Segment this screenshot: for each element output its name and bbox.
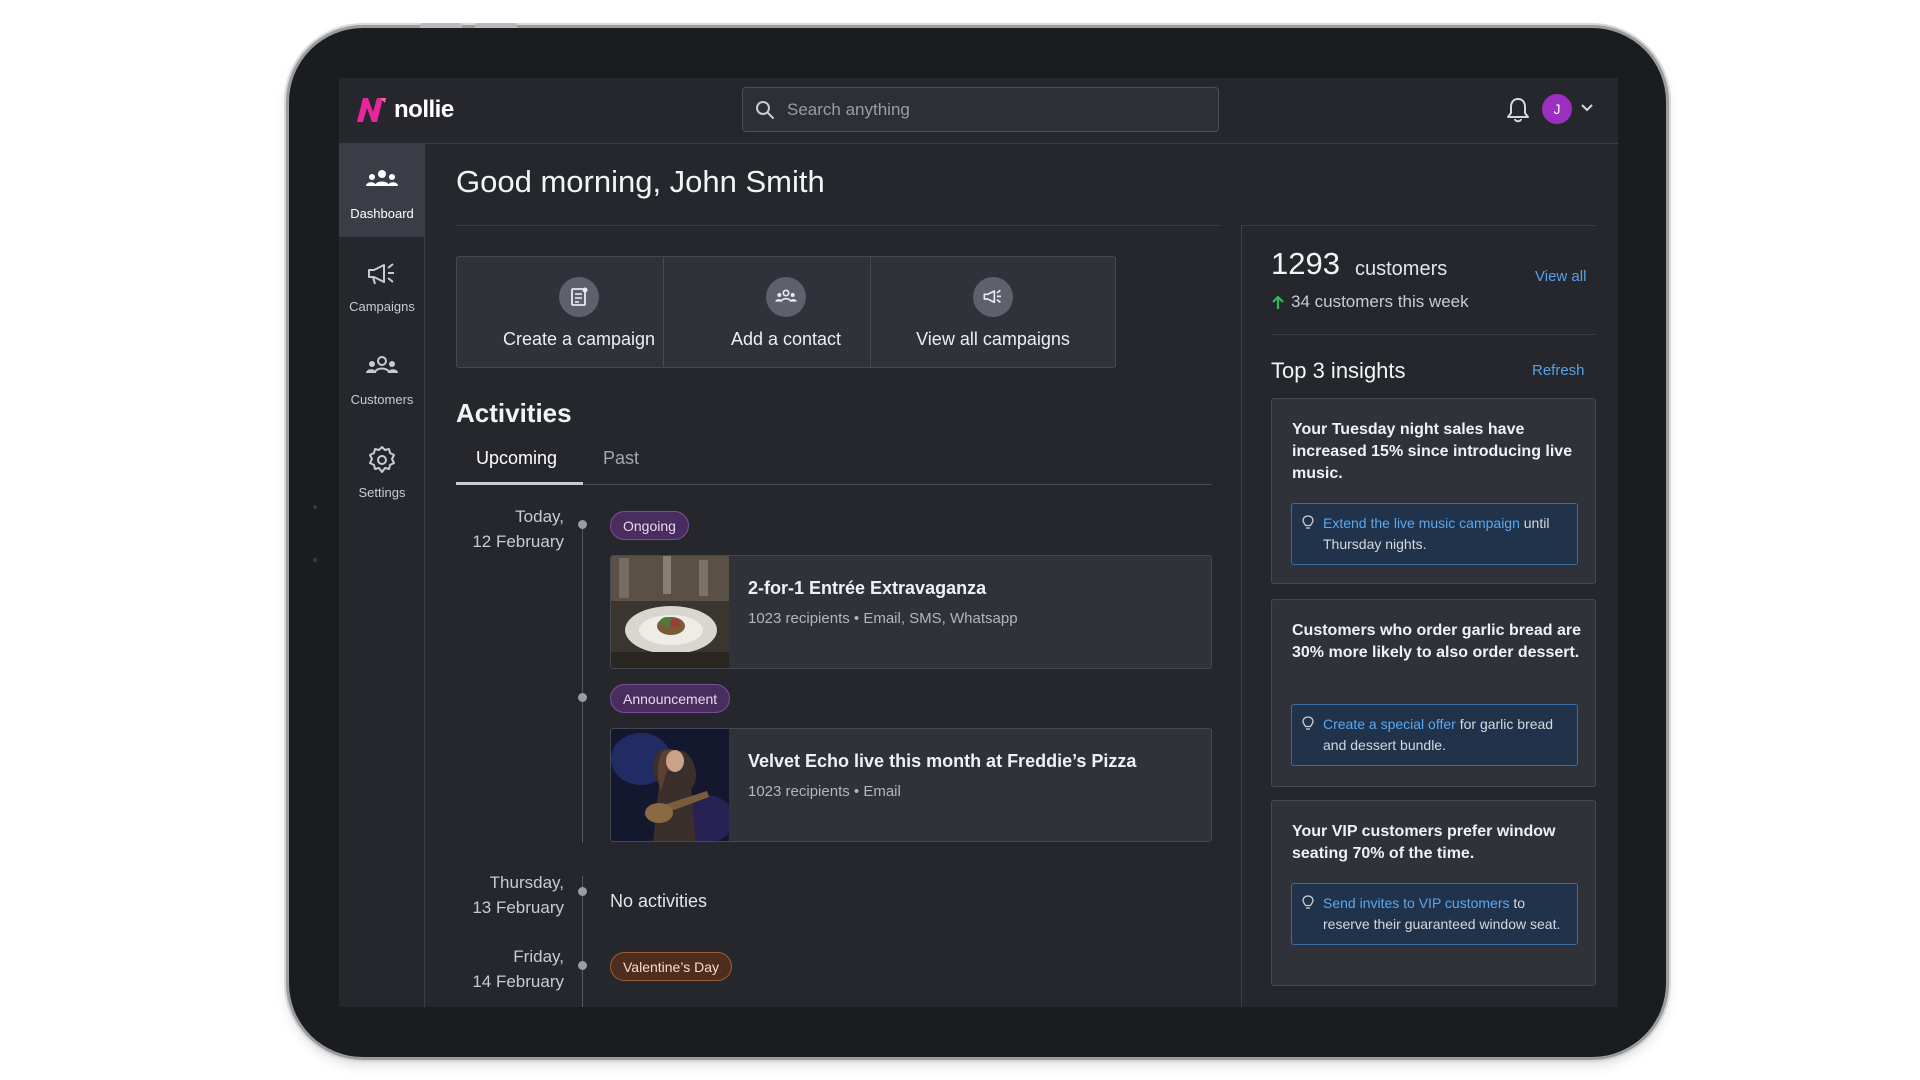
sidebar-item-label: Settings bbox=[358, 485, 406, 500]
nollie-logo-icon bbox=[357, 98, 386, 122]
search-icon bbox=[756, 100, 774, 119]
customers-week-text: 34 customers this week bbox=[1291, 292, 1469, 311]
people-icon bbox=[766, 277, 806, 317]
insight-action-link[interactable]: Send invites to VIP customers bbox=[1323, 895, 1510, 911]
lightbulb-icon bbox=[1302, 716, 1314, 730]
insight-text: Your VIP customers prefer window seating… bbox=[1292, 823, 1556, 862]
chevron-down-icon[interactable] bbox=[1579, 100, 1595, 116]
timeline-dot bbox=[578, 693, 587, 702]
activity-meta: 1023 recipients • Email bbox=[748, 783, 901, 800]
date-label-thursday: Thursday, 13 February bbox=[472, 873, 564, 917]
megaphone-icon bbox=[368, 263, 394, 285]
lightbulb-icon bbox=[1302, 515, 1314, 529]
date-label-today: Today, 12 February bbox=[472, 507, 564, 551]
action-label: Create a campaign bbox=[502, 329, 656, 349]
customers-week: 34 customers this week bbox=[1271, 292, 1469, 312]
lightbulb-icon bbox=[1302, 895, 1314, 909]
app-screen: nollie J D bbox=[339, 78, 1618, 1007]
timeline-dot bbox=[578, 961, 587, 970]
sidebar-item-settings[interactable]: Settings bbox=[339, 423, 425, 516]
activity-card[interactable]: 2-for-1 Entrée Extravaganza 1023 recipie… bbox=[610, 555, 1212, 669]
activity-title: Velvet Echo live this month at Freddie’s… bbox=[748, 751, 1137, 771]
divider bbox=[1241, 225, 1596, 226]
food-thumbnail bbox=[611, 556, 729, 668]
sidebar-item-campaigns[interactable]: Campaigns bbox=[339, 237, 425, 330]
arrow-up-icon bbox=[1272, 295, 1284, 309]
insight-text: Your Tuesday night sales have increased … bbox=[1292, 421, 1573, 482]
insight-card: Customers who order garlic bread are 30%… bbox=[1271, 599, 1596, 787]
insight-card: Your VIP customers prefer window seating… bbox=[1271, 800, 1596, 986]
activity-title: 2-for-1 Entrée Extravaganza bbox=[748, 578, 987, 598]
concert-thumbnail bbox=[611, 729, 729, 841]
view-all-link[interactable]: View all bbox=[1535, 268, 1586, 285]
sidebar-item-customers[interactable]: Customers bbox=[339, 330, 425, 423]
sidebar-item-dashboard[interactable]: Dashboard bbox=[339, 144, 425, 237]
divider bbox=[456, 225, 1221, 226]
action-label: Add a contact bbox=[730, 329, 842, 349]
view-all-campaigns-button[interactable]: View all campaigns bbox=[870, 256, 1116, 368]
tablet-camera bbox=[313, 505, 317, 509]
page-title: Good morning, John Smith bbox=[456, 164, 825, 199]
brand-name: nollie bbox=[394, 96, 454, 123]
date-label-friday: Friday, 14 February bbox=[472, 947, 564, 991]
column-divider bbox=[1241, 225, 1242, 1007]
status-badge: Ongoing bbox=[610, 511, 689, 540]
gear-icon bbox=[369, 446, 395, 473]
customers-count: 1293 bbox=[1271, 246, 1340, 281]
insight-tip: Extend the live music campaign until Thu… bbox=[1291, 503, 1578, 565]
tab-upcoming[interactable]: Upcoming bbox=[476, 448, 557, 469]
tablet-volume-button bbox=[420, 23, 462, 28]
event-badge: Valentine’s Day bbox=[610, 952, 732, 981]
insight-text: Customers who order garlic bread are 30%… bbox=[1292, 622, 1581, 661]
search-input[interactable] bbox=[787, 99, 1187, 120]
insight-tip: Create a special offer for garlic bread … bbox=[1291, 704, 1578, 766]
search-bar[interactable] bbox=[742, 87, 1219, 132]
document-icon bbox=[559, 277, 599, 317]
sidebar-item-label: Campaigns bbox=[349, 299, 415, 314]
activities-title: Activities bbox=[456, 398, 572, 428]
people-icon bbox=[366, 170, 398, 186]
divider bbox=[1271, 334, 1596, 335]
top-bar: nollie J bbox=[339, 78, 1618, 144]
timeline-dot bbox=[578, 520, 587, 529]
customers-icon bbox=[366, 356, 398, 374]
activity-card[interactable]: Velvet Echo live this month at Freddie’s… bbox=[610, 728, 1212, 842]
bell-icon[interactable] bbox=[1505, 96, 1531, 124]
megaphone-icon bbox=[973, 277, 1013, 317]
brand-logo[interactable]: nollie bbox=[354, 93, 454, 127]
avatar[interactable]: J bbox=[1542, 94, 1572, 124]
avatar-initial: J bbox=[1553, 101, 1561, 117]
action-label: View all campaigns bbox=[916, 329, 1070, 349]
tablet-sensor bbox=[313, 558, 317, 562]
timeline-dot bbox=[578, 887, 587, 896]
tablet-power-button bbox=[475, 23, 517, 28]
customers-label: customers bbox=[1355, 258, 1448, 280]
refresh-link[interactable]: Refresh bbox=[1532, 362, 1585, 379]
status-badge: Announcement bbox=[610, 684, 731, 713]
insight-card: Your Tuesday night sales have increased … bbox=[1271, 398, 1596, 584]
timeline-line bbox=[582, 525, 583, 843]
sidebar: Dashboard Campaigns Customers Settings bbox=[339, 144, 425, 1007]
sidebar-item-label: Customers bbox=[350, 392, 414, 407]
insights-title: Top 3 insights bbox=[1271, 358, 1406, 383]
insight-action-link[interactable]: Extend the live music campaign bbox=[1323, 515, 1520, 531]
sidebar-item-label: Dashboard bbox=[350, 206, 414, 221]
tab-active-indicator bbox=[456, 482, 583, 485]
tab-past[interactable]: Past bbox=[603, 448, 639, 469]
no-activities-text: No activities bbox=[610, 891, 708, 911]
activity-meta: 1023 recipients • Email, SMS, Whatsapp bbox=[748, 610, 1018, 627]
insight-action-link[interactable]: Create a special offer bbox=[1323, 716, 1456, 732]
insight-tip: Send invites to VIP customers to reserve… bbox=[1291, 883, 1578, 945]
